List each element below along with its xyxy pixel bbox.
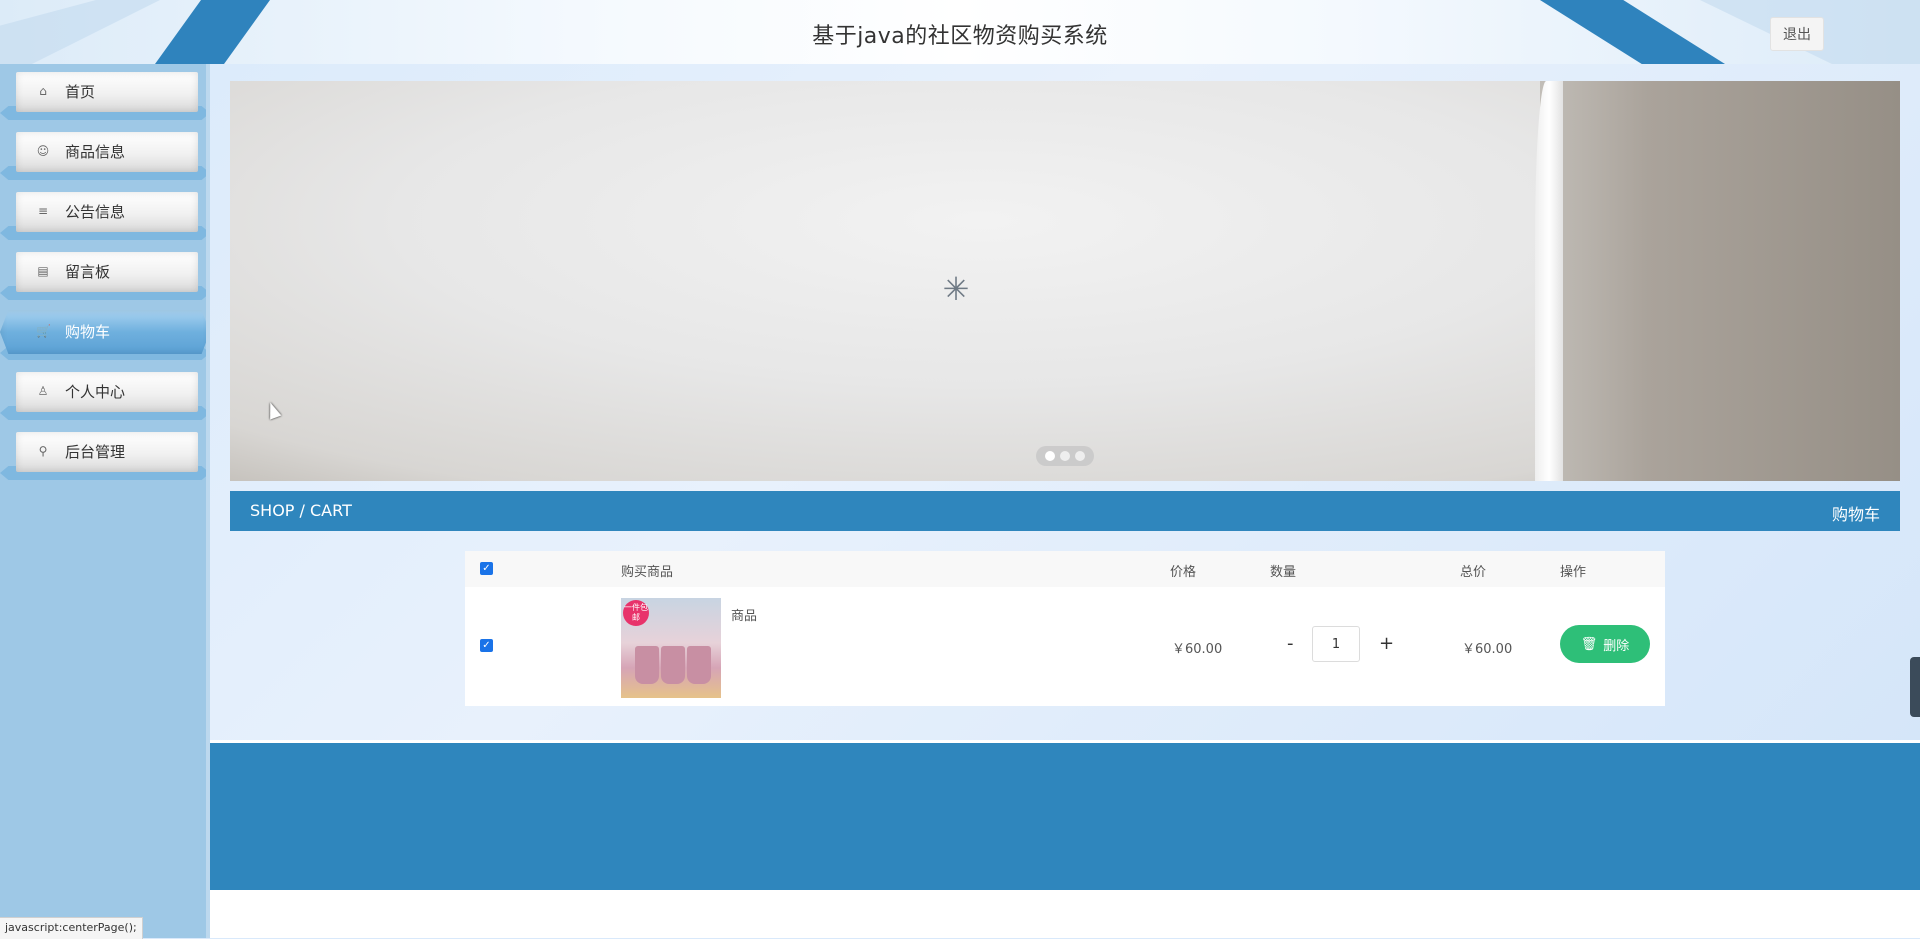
product-image-cup [635,646,659,684]
carousel-dot[interactable] [1044,451,1055,461]
product-image-cup [661,646,685,684]
cart-table: ✓ 购买商品 价格 数量 总价 操作 ✓ 一件包邮 商品 ￥60.00 - + … [465,551,1665,706]
quantity-decrease-button[interactable]: - [1287,633,1294,654]
trash-icon: 🗑 [1580,636,1598,652]
row-checkbox[interactable]: ✓ [480,639,493,652]
quantity-input[interactable] [1312,626,1360,662]
sidebar-item-label: 公告信息 [65,203,126,221]
row-total: ￥60.00 [1462,642,1513,657]
goods-icon: ☺ [36,144,50,158]
site-title: 基于java的社区物资购买系统 [812,24,1108,49]
select-all-checkbox[interactable]: ✓ [480,562,493,575]
carousel-dot[interactable] [1075,451,1086,461]
side-panel-handle[interactable] [1910,657,1920,717]
sidebar-item-label: 商品信息 [65,143,126,161]
sidebar-item-cart[interactable]: 🛒 购物车 [0,304,210,360]
header-total: 总价 [1460,565,1487,580]
link-icon: ⚲ [38,444,48,458]
user-icon: ♙ [37,384,49,398]
calendar-icon: ▤ [37,264,49,278]
quantity-increase-button[interactable]: + [1379,633,1394,654]
browser-status-bar: javascript:centerPage(); [0,917,143,939]
delete-button[interactable]: 🗑 删除 [1560,625,1650,663]
sidebar-item-label: 留言板 [65,263,111,281]
product-image[interactable]: 一件包邮 [621,598,721,698]
section-title: 购物车 [1831,505,1880,524]
product-price: ￥60.00 [1172,642,1223,657]
section-title-bar: SHOP / CART 购物车 [230,491,1900,531]
carousel-dot[interactable] [1059,451,1070,461]
sidebar-item-profile[interactable]: ♙ 个人中心 [0,364,210,420]
header-product: 购买商品 [621,565,674,580]
product-image-cup [687,646,711,684]
cart-table-header: ✓ 购买商品 价格 数量 总价 操作 [465,551,1665,587]
banner-image-edge [1535,81,1563,481]
sidebar-item-label: 个人中心 [65,383,126,401]
section-breadcrumb: SHOP / CART [250,501,352,520]
sidebar-item-home[interactable]: ⌂ 首页 [0,64,210,120]
header-action: 操作 [1560,565,1587,580]
sidebar-item-notice[interactable]: ≡ 公告信息 [0,184,210,240]
cart-icon: 🛒 [36,324,51,338]
page-bottom-area [210,890,1920,938]
home-icon: ⌂ [39,84,47,98]
carousel-indicators [1036,446,1094,466]
banner-image-shadow [1540,81,1900,481]
top-header: 基于java的社区物资购买系统 退出 [0,0,1920,65]
sidebar-item-label: 购物车 [65,323,111,341]
table-row: ✓ 一件包邮 商品 ￥60.00 - + ￥60.00 🗑 删除 [465,587,1665,706]
header-quantity: 数量 [1270,565,1297,580]
sidebar-item-goods[interactable]: ☺ 商品信息 [0,124,210,180]
sliders-icon: ≡ [37,204,49,218]
sidebar-item-label: 后台管理 [65,443,126,461]
page-footer [210,740,1920,893]
sidebar-item-label: 首页 [65,83,96,101]
sidebar-item-messages[interactable]: ▤ 留言板 [0,244,210,300]
product-name[interactable]: 商品 [731,605,757,624]
banner-carousel[interactable]: ✳ [230,81,1900,481]
header-price: 价格 [1170,565,1197,580]
logout-button[interactable]: 退出 [1770,17,1824,51]
sidebar: ⌂ 首页 ☺ 商品信息 ≡ 公告信息 ▤ 留言板 🛒 购物车 ♙ 个人中心 ⚲ … [0,64,210,938]
loading-spinner-icon: ✳ [942,270,970,308]
promo-badge: 一件包邮 [623,600,649,626]
delete-label: 删除 [1603,638,1630,654]
sidebar-item-admin[interactable]: ⚲ 后台管理 [0,424,210,480]
